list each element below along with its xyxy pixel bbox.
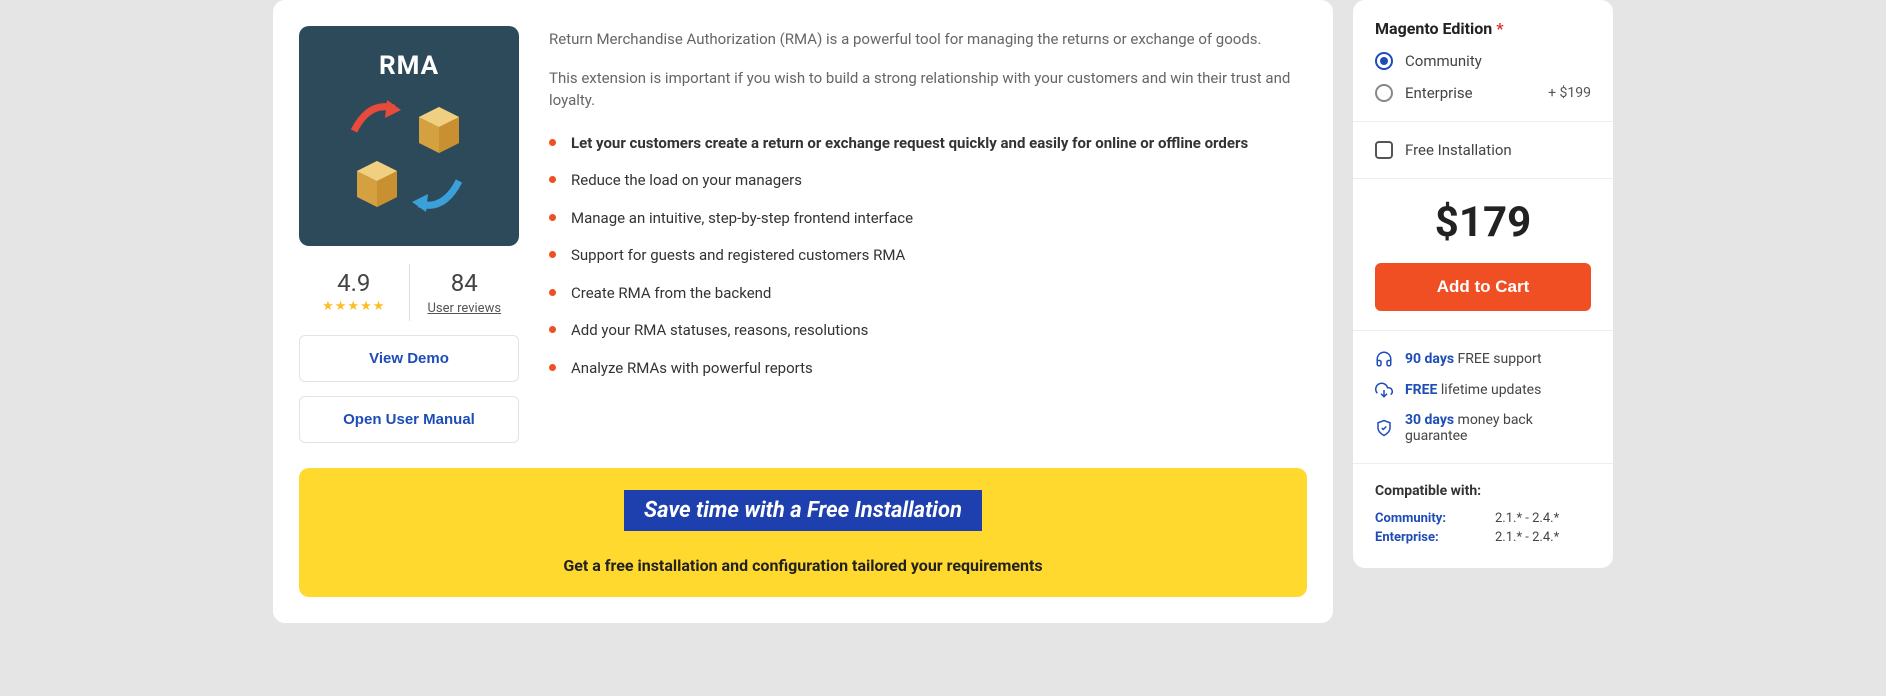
edition-enterprise-radio[interactable]: Enterprise + $199 bbox=[1375, 84, 1591, 102]
headset-icon bbox=[1375, 350, 1393, 368]
feature-list: Let your customers create a return or ex… bbox=[549, 132, 1307, 380]
radio-checked-icon bbox=[1375, 52, 1393, 70]
feature-item: Analyze RMAs with powerful reports bbox=[549, 357, 1307, 380]
reviews-block[interactable]: 84 User reviews bbox=[410, 264, 520, 321]
rating-value: 4.9 bbox=[299, 269, 409, 297]
benefit-text: 90 days FREE support bbox=[1405, 351, 1542, 367]
shield-check-icon bbox=[1375, 419, 1393, 437]
feature-item: Let your customers create a return or ex… bbox=[549, 132, 1307, 155]
radio-unchecked-icon bbox=[1375, 84, 1393, 102]
benefit-text: FREE lifetime updates bbox=[1405, 382, 1541, 398]
edition-community-radio[interactable]: Community bbox=[1375, 52, 1591, 70]
product-graphic bbox=[339, 91, 479, 221]
free-installation-checkbox[interactable]: Free Installation bbox=[1375, 141, 1591, 159]
radio-price: + $199 bbox=[1548, 85, 1591, 101]
main-product-card: RMA bbox=[273, 0, 1333, 623]
feature-item: Manage an intuitive, step-by-step fronte… bbox=[549, 207, 1307, 230]
benefit-guarantee: 30 days money back guarantee bbox=[1375, 412, 1591, 444]
review-count: 84 bbox=[410, 269, 520, 297]
open-manual-button[interactable]: Open User Manual bbox=[299, 396, 519, 443]
checkbox-unchecked-icon bbox=[1375, 141, 1393, 159]
promo-banner: Save time with a Free Installation Get a… bbox=[299, 468, 1307, 597]
arrow-red-icon bbox=[349, 96, 409, 136]
checkbox-label: Free Installation bbox=[1405, 141, 1591, 159]
feature-item: Support for guests and registered custom… bbox=[549, 244, 1307, 267]
promo-subtitle: Get a free installation and configuratio… bbox=[329, 556, 1277, 575]
compat-enterprise-row: Enterprise: 2.1.* - 2.4.* bbox=[1375, 530, 1591, 545]
box-icon bbox=[411, 101, 467, 157]
compat-value: 2.1.* - 2.4.* bbox=[1495, 530, 1559, 545]
feature-item: Create RMA from the backend bbox=[549, 282, 1307, 305]
feature-item: Reduce the load on your managers bbox=[549, 169, 1307, 192]
arrow-blue-icon bbox=[404, 176, 464, 216]
compat-label: Enterprise: bbox=[1375, 530, 1495, 545]
compat-title: Compatible with: bbox=[1375, 483, 1591, 499]
add-to-cart-button[interactable]: Add to Cart bbox=[1375, 263, 1591, 311]
compat-value: 2.1.* - 2.4.* bbox=[1495, 511, 1559, 526]
price: $179 bbox=[1375, 198, 1591, 247]
benefit-updates: FREE lifetime updates bbox=[1375, 381, 1591, 399]
box-icon bbox=[349, 155, 405, 211]
radio-label: Enterprise bbox=[1405, 84, 1548, 102]
required-asterisk: * bbox=[1496, 19, 1503, 38]
description-2: This extension is important if you wish … bbox=[549, 67, 1307, 112]
radio-label: Community bbox=[1405, 52, 1591, 70]
sidebar-card: Magento Edition * Community Enterprise +… bbox=[1353, 0, 1613, 568]
edition-title: Magento Edition * bbox=[1375, 19, 1591, 38]
promo-title: Save time with a Free Installation bbox=[624, 490, 982, 531]
stars-icon: ★★★★★ bbox=[299, 299, 409, 314]
benefit-support: 90 days FREE support bbox=[1375, 350, 1591, 368]
rating-block: 4.9 ★★★★★ bbox=[299, 264, 410, 321]
view-demo-button[interactable]: View Demo bbox=[299, 335, 519, 382]
download-cloud-icon bbox=[1375, 381, 1393, 399]
description-1: Return Merchandise Authorization (RMA) i… bbox=[549, 28, 1307, 51]
product-image: RMA bbox=[299, 26, 519, 246]
user-reviews-link[interactable]: User reviews bbox=[427, 301, 501, 316]
compat-label: Community: bbox=[1375, 511, 1495, 526]
benefit-text: 30 days money back guarantee bbox=[1405, 412, 1591, 444]
product-image-title: RMA bbox=[379, 51, 439, 81]
feature-item: Add your RMA statuses, reasons, resoluti… bbox=[549, 319, 1307, 342]
compat-community-row: Community: 2.1.* - 2.4.* bbox=[1375, 511, 1591, 526]
